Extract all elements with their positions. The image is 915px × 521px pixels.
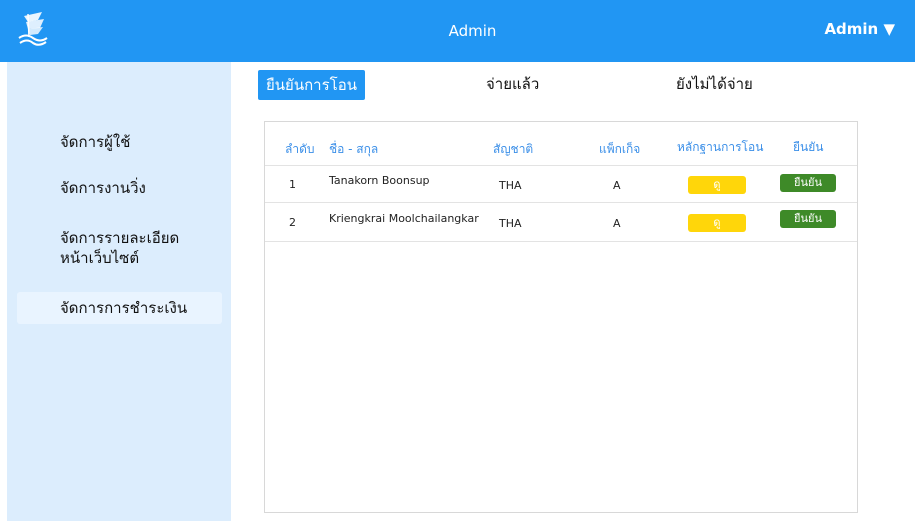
- sidebar-item-payments[interactable]: จัดการการชำระเงิน: [17, 292, 222, 324]
- page-title: Admin: [448, 22, 497, 40]
- payments-table: ลำดับ ชื่อ - สกุล สัญชาติ แพ็กเก็จ หลักฐ…: [264, 121, 858, 513]
- row-number: 1: [289, 178, 296, 191]
- column-header-proof: หลักฐานการโอน: [677, 140, 764, 154]
- sidebar-item-races[interactable]: จัดการงานวิ่ง: [17, 172, 222, 204]
- confirm-button[interactable]: ยืนยัน: [780, 210, 836, 228]
- row-nationality: THA: [499, 217, 522, 230]
- column-header-no: ลำดับ: [285, 142, 315, 156]
- row-name: Kriengkrai Moolchailangkar: [329, 212, 479, 225]
- sidebar-item-website-details[interactable]: จัดการรายละเอียด หน้าเว็บไซต์: [17, 222, 222, 274]
- view-proof-button[interactable]: ดู: [688, 176, 746, 194]
- confirm-button[interactable]: ยืนยัน: [780, 174, 836, 192]
- table-row: 1 Tanakorn Boonsup THA A ดู ยืนยัน: [265, 165, 857, 203]
- user-menu-dropdown[interactable]: Admin ▼: [824, 20, 895, 38]
- view-proof-button[interactable]: ดู: [688, 214, 746, 232]
- table-row: 2 Kriengkrai Moolchailangkar THA A ดู ยื…: [265, 204, 857, 242]
- column-header-confirm: ยืนยัน: [793, 140, 824, 154]
- sidebar: จัดการผู้ใช้ จัดการงานวิ่ง จัดการรายละเอ…: [7, 62, 231, 521]
- tab-confirm-transfer[interactable]: ยืนยันการโอน: [258, 70, 365, 100]
- tab-paid[interactable]: จ่ายแล้ว: [486, 72, 539, 96]
- row-package: A: [613, 217, 621, 230]
- tab-unpaid[interactable]: ยังไม่ได้จ่าย: [676, 72, 753, 96]
- top-bar: Admin Admin ▼: [0, 0, 915, 62]
- row-name: Tanakorn Boonsup: [329, 174, 430, 187]
- sidebar-item-users[interactable]: จัดการผู้ใช้: [17, 126, 222, 158]
- row-package: A: [613, 179, 621, 192]
- column-header-package: แพ็กเก็จ: [599, 142, 641, 156]
- column-header-name: ชื่อ - สกุล: [329, 142, 379, 156]
- column-header-nationality: สัญชาติ: [493, 142, 534, 156]
- row-number: 2: [289, 216, 296, 229]
- row-nationality: THA: [499, 179, 522, 192]
